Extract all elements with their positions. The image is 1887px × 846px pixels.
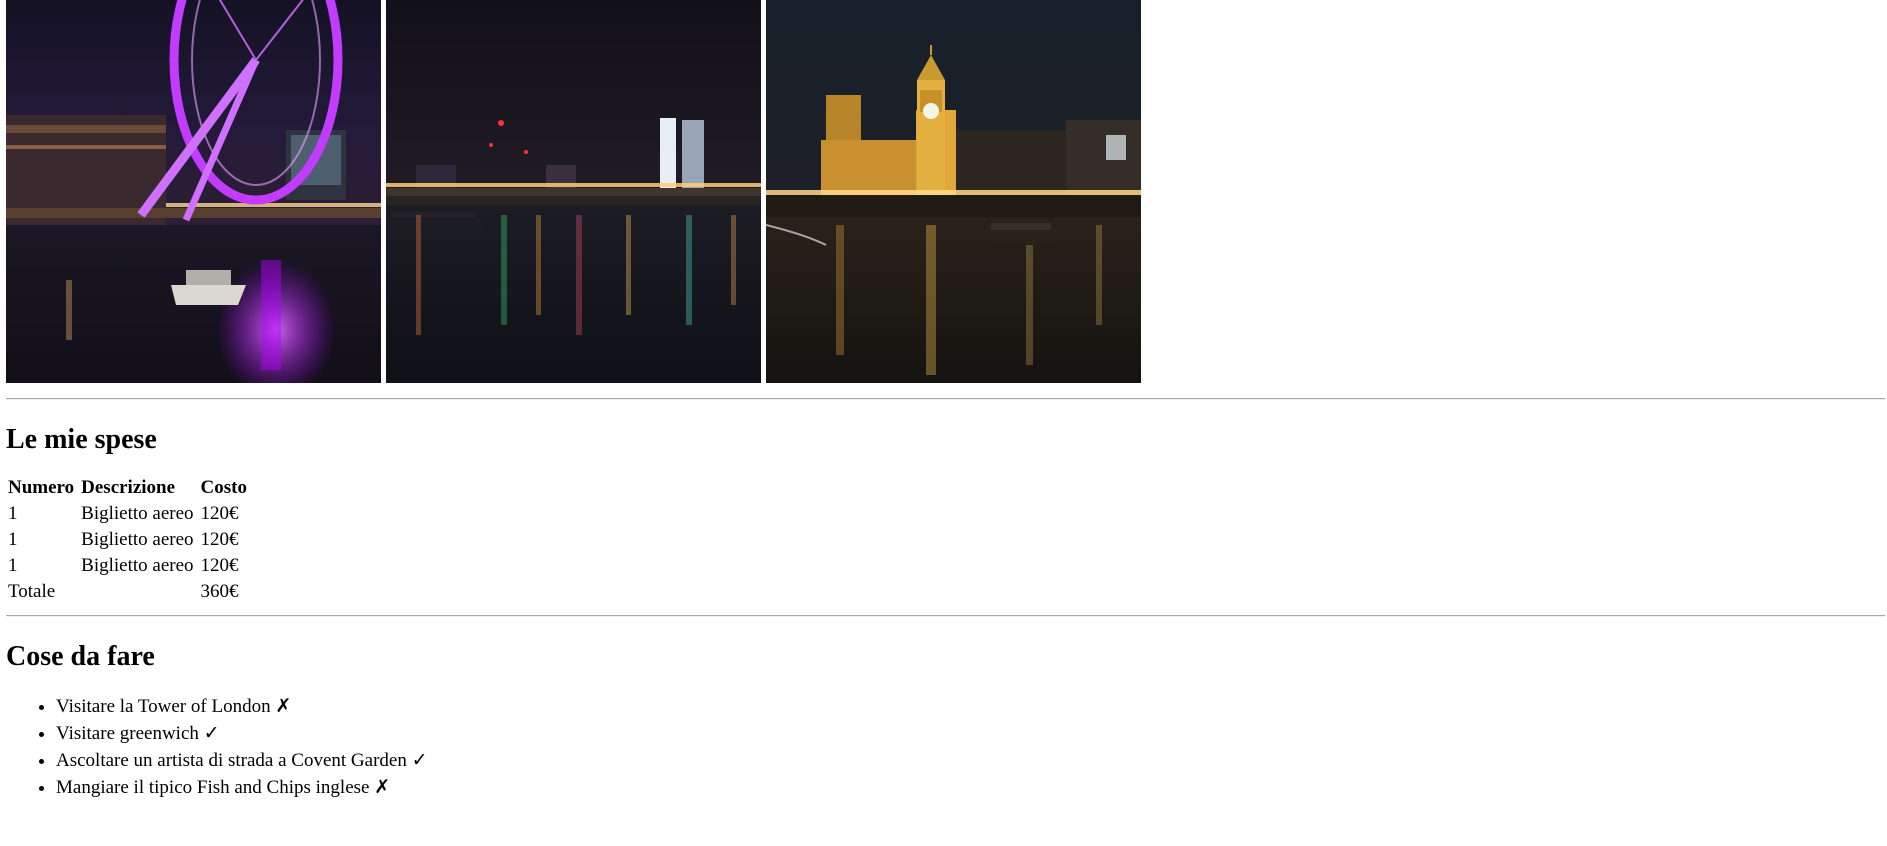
todo-title: Cose da fare xyxy=(6,641,155,672)
cell-number: 1 xyxy=(8,503,18,524)
photo-big-ben[interactable] xyxy=(766,0,1141,383)
cell-cost: 120€ xyxy=(200,555,239,576)
table-header-row: Numero Descrizione Costo xyxy=(6,476,249,500)
page: Le mie spese Numero Descrizione Costo 1 … xyxy=(0,0,1887,801)
photo-london-eye[interactable] xyxy=(6,0,381,383)
cell-cost: 120€ xyxy=(200,503,239,524)
thames-skyline-image xyxy=(386,0,761,383)
divider-1 xyxy=(6,398,1885,400)
divider-2 xyxy=(6,615,1885,617)
table-row: 1 Biglietto aereo 120€ xyxy=(6,502,249,526)
cell-description: Biglietto aereo xyxy=(81,555,194,576)
cell-cost: 120€ xyxy=(200,529,239,550)
header-description: Descrizione xyxy=(81,477,176,498)
expenses-table: Numero Descrizione Costo 1 Biglietto aer… xyxy=(3,474,252,606)
total-row: Totale 360€ xyxy=(6,580,249,604)
total-label: Totale xyxy=(8,581,56,602)
todo-list: Visitare la Tower of London ✗ Visitare g… xyxy=(6,693,1881,801)
list-item: Ascoltare un artista di strada a Covent … xyxy=(56,747,1881,774)
header-cost: Costo xyxy=(200,477,247,498)
total-cost: 360€ xyxy=(200,581,239,602)
table-row: 1 Biglietto aereo 120€ xyxy=(6,528,249,552)
cell-number: 1 xyxy=(8,555,18,576)
photo-thames-skyline[interactable] xyxy=(386,0,761,383)
cell-description: Biglietto aereo xyxy=(81,503,194,524)
london-eye-image xyxy=(6,0,381,383)
expenses-title: Le mie spese xyxy=(6,424,157,455)
big-ben-image xyxy=(766,0,1141,383)
list-item: Visitare greenwich ✓ xyxy=(56,720,1881,747)
list-item: Visitare la Tower of London ✗ xyxy=(56,693,1881,720)
table-row: 1 Biglietto aereo 120€ xyxy=(6,554,249,578)
header-number: Numero xyxy=(8,477,75,498)
photo-gallery xyxy=(6,0,1142,383)
cell-description: Biglietto aereo xyxy=(81,529,194,550)
total-empty-cell xyxy=(79,580,195,604)
cell-number: 1 xyxy=(8,529,18,550)
list-item: Mangiare il tipico Fish and Chips ingles… xyxy=(56,774,1881,801)
